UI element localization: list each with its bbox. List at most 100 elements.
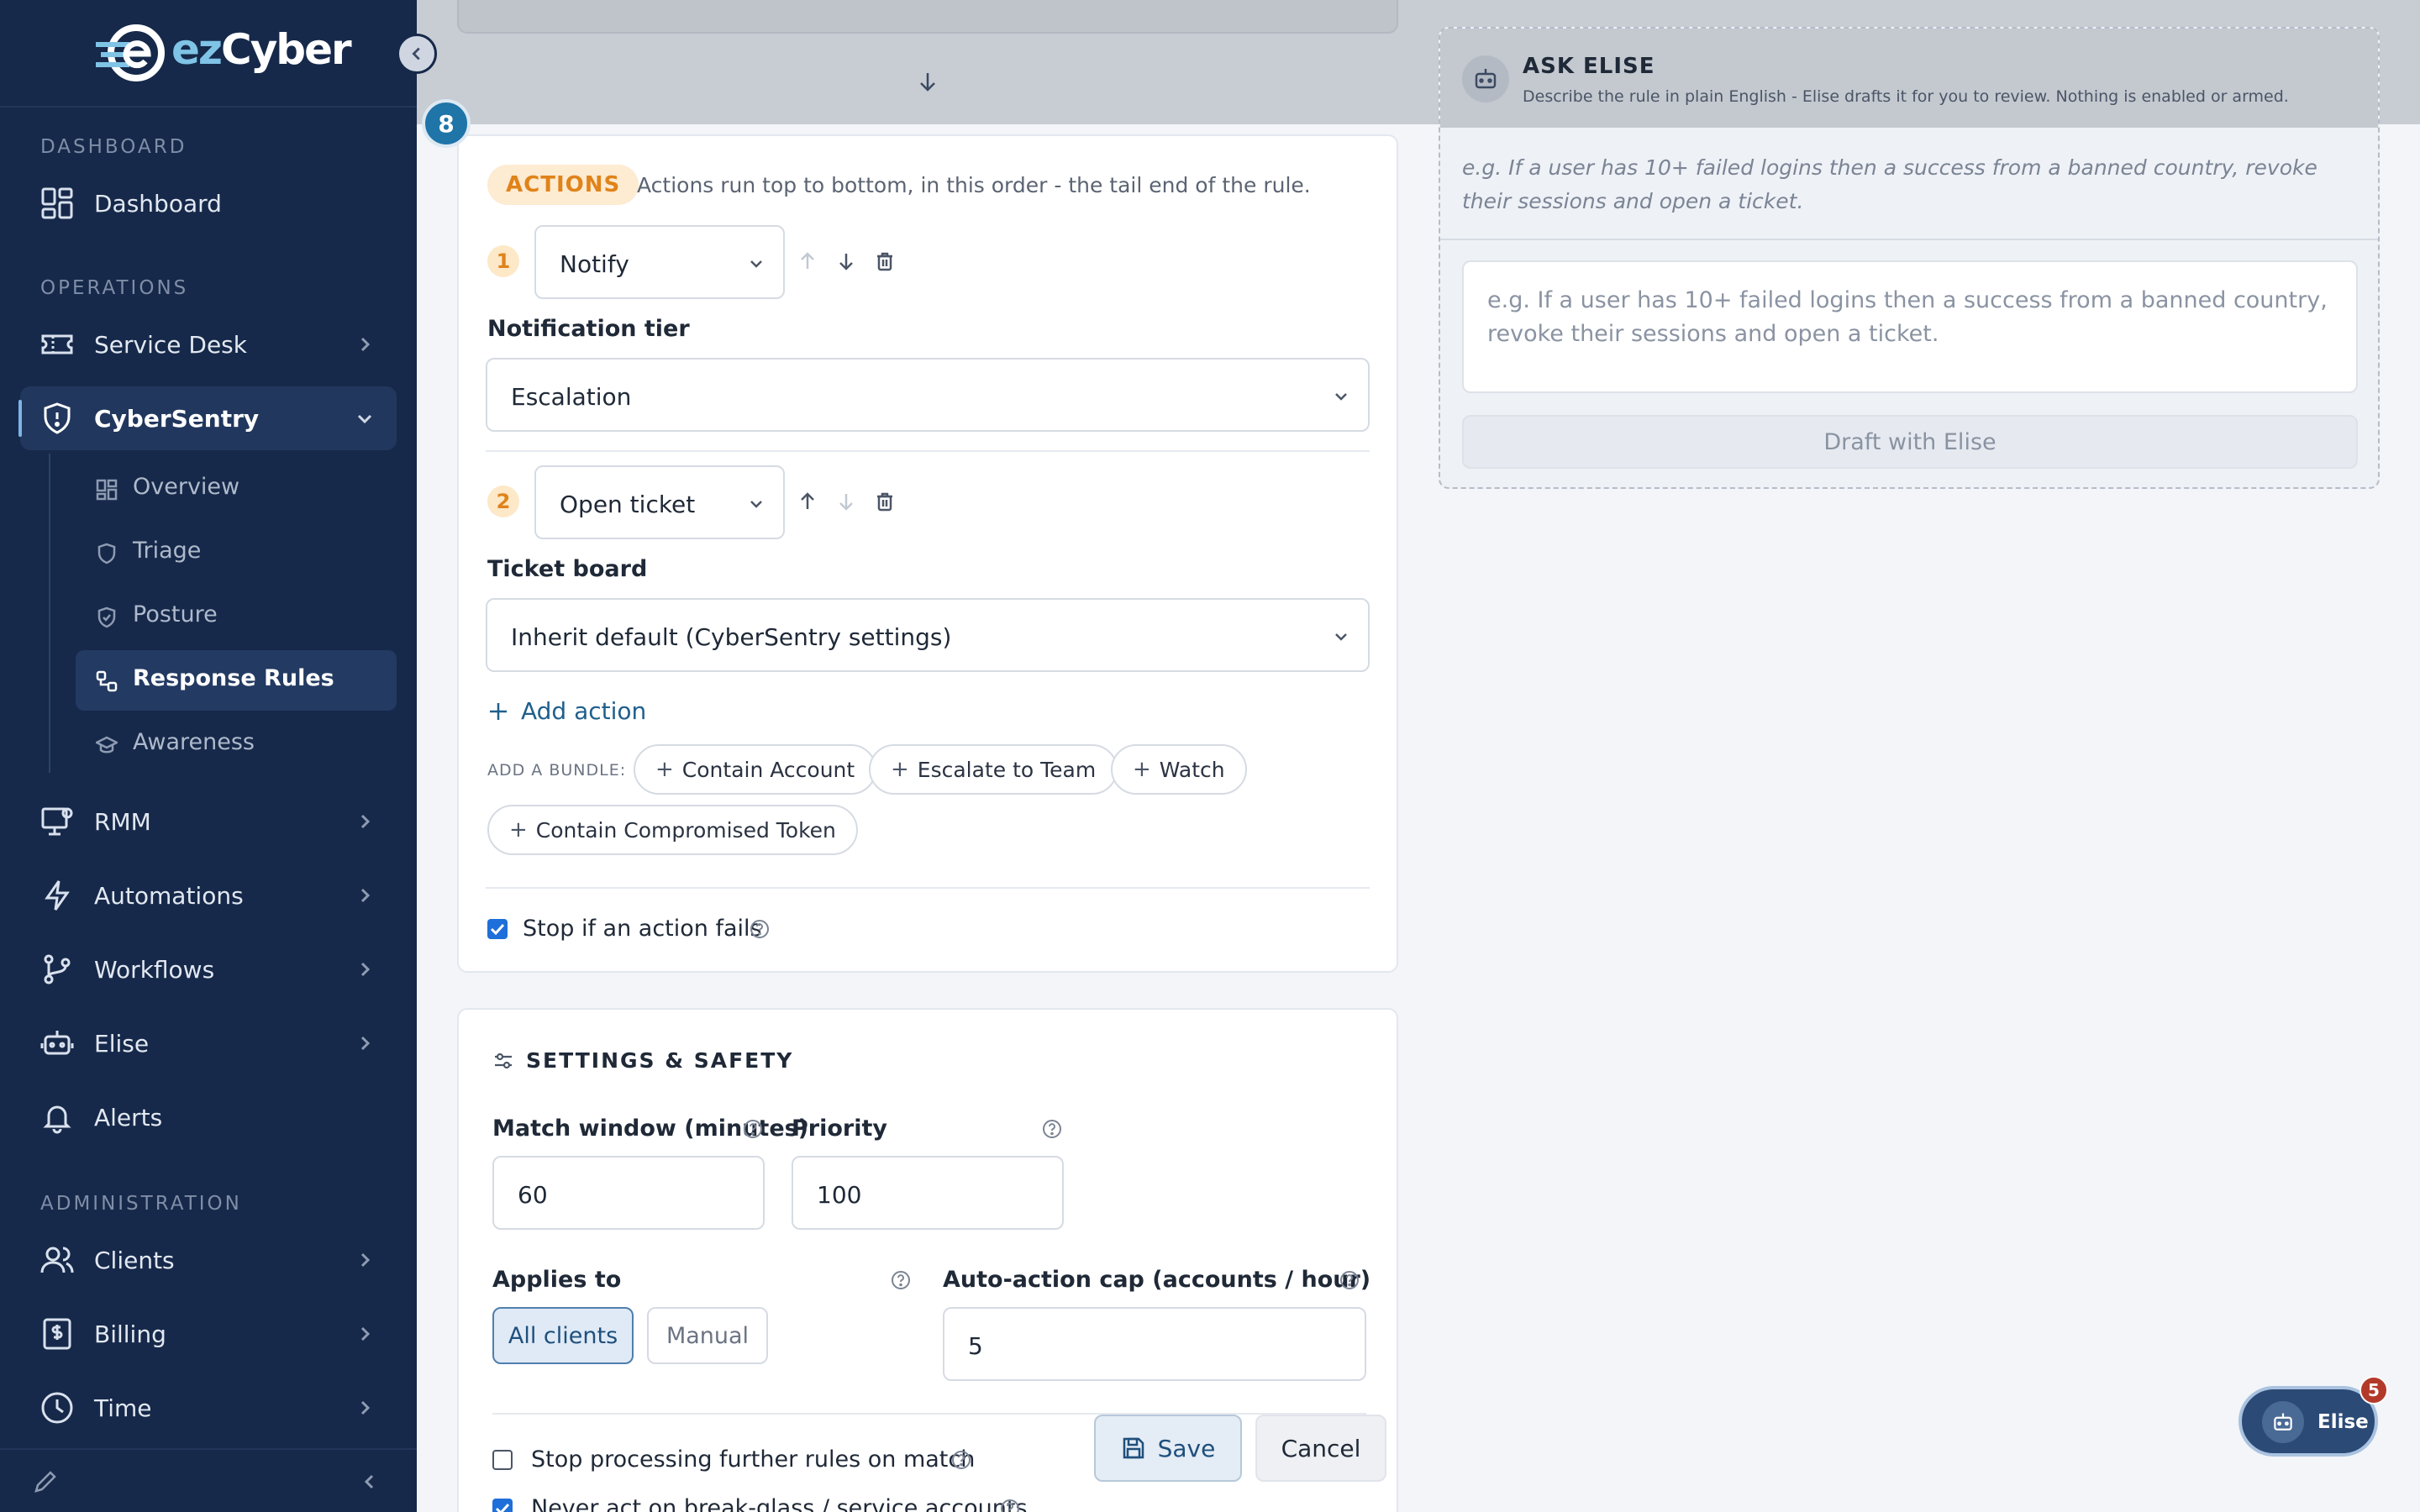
sidebar-item-elise[interactable]: Elise xyxy=(20,1011,397,1075)
plus-icon: + xyxy=(655,757,674,782)
stop-on-fail-checkbox[interactable] xyxy=(487,919,508,939)
bell-icon xyxy=(43,1105,71,1134)
move-down-icon[interactable] xyxy=(835,250,857,272)
help-icon[interactable] xyxy=(1000,1499,1020,1512)
chevron-right-icon xyxy=(360,1252,371,1268)
sidebar-subitem-label: Posture xyxy=(133,601,218,627)
move-down-icon[interactable] xyxy=(835,491,857,512)
sidebar-item-dashboard[interactable]: Dashboard xyxy=(20,171,397,235)
ask-elise-subtitle: Describe the rule in plain English - Eli… xyxy=(1523,87,2289,106)
action-index-2: 2 xyxy=(487,486,519,517)
chevron-down-icon xyxy=(1335,393,1347,401)
fab-avatar xyxy=(2262,1401,2304,1443)
shield-small-icon xyxy=(97,543,116,564)
help-icon[interactable] xyxy=(891,1270,911,1290)
collapse-sidebar-icon[interactable] xyxy=(360,1472,380,1492)
sidebar-subitem-overview[interactable]: Overview xyxy=(76,459,397,519)
draft-with-elise-button[interactable]: Draft with Elise xyxy=(1462,415,2358,469)
bundle-contain-token-button[interactable]: + Contain Compromised Token xyxy=(487,805,858,855)
sidebar-item-automations[interactable]: Automations xyxy=(20,864,397,927)
ask-elise-prompt-input[interactable]: e.g. If a user has 10+ failed logins the… xyxy=(1462,260,2358,393)
divider xyxy=(486,450,1370,452)
move-up-icon[interactable] xyxy=(797,491,818,512)
select-value: Notify xyxy=(560,250,629,278)
plus-icon: + xyxy=(509,817,528,843)
divider xyxy=(486,887,1370,889)
stop-on-fail-label: Stop if an action fails xyxy=(523,916,762,942)
bundle-watch-button[interactable]: + Watch xyxy=(1111,744,1247,795)
sidebar-item-alerts[interactable]: Alerts xyxy=(20,1085,397,1149)
sidebar-item-workflows[interactable]: Workflows xyxy=(20,937,397,1001)
bundle-escalate-team-button[interactable]: + Escalate to Team xyxy=(869,744,1118,795)
previous-step-card xyxy=(457,0,1398,34)
chevron-right-icon xyxy=(360,337,371,352)
sidebar-item-label: Clients xyxy=(94,1246,175,1274)
input-value: 100 xyxy=(817,1181,862,1209)
never-act-checkbox[interactable] xyxy=(492,1499,513,1512)
actions-card: ACTIONS Actions run top to bottom, in th… xyxy=(457,134,1398,973)
brand-logo[interactable]: ezCyber xyxy=(0,0,417,108)
plus-icon: + xyxy=(891,757,909,782)
move-up-icon[interactable] xyxy=(797,250,818,272)
help-icon[interactable] xyxy=(1042,1119,1062,1139)
notification-tier-select[interactable]: Escalation xyxy=(486,358,1370,432)
delete-icon[interactable] xyxy=(874,250,896,272)
sidebar-item-cybersentry[interactable]: CyberSentry xyxy=(18,386,397,450)
sidebar-item-rmm[interactable]: RMM xyxy=(20,790,397,853)
bundle-contain-account-button[interactable]: + Contain Account xyxy=(634,744,877,795)
delete-icon[interactable] xyxy=(874,491,896,512)
actions-description: Actions run top to bottom, in this order… xyxy=(637,173,1311,197)
action-type-select-1[interactable]: Notify xyxy=(534,225,785,299)
applies-to-label: Applies to xyxy=(492,1267,622,1293)
help-icon[interactable] xyxy=(743,1119,763,1139)
pencil-icon[interactable] xyxy=(32,1468,59,1495)
action-type-select-2[interactable]: Open ticket xyxy=(534,465,785,539)
brand-name: ezCyber xyxy=(171,25,352,74)
ask-elise-title: ASK ELISE xyxy=(1523,54,1655,79)
elise-chat-button[interactable]: Elise xyxy=(2238,1386,2378,1457)
applies-manual-toggle[interactable]: Manual xyxy=(647,1307,768,1364)
sidebar-item-time[interactable]: Time xyxy=(20,1376,397,1440)
sidebar-item-billing[interactable]: Billing xyxy=(20,1302,397,1366)
sidebar-item-service-desk[interactable]: Service Desk xyxy=(20,312,397,376)
floppy-disk-icon xyxy=(1123,1437,1144,1459)
save-button[interactable]: Save xyxy=(1094,1415,1242,1482)
sidebar-subitem-triage[interactable]: Triage xyxy=(76,522,397,583)
sidebar-item-clients[interactable]: Clients xyxy=(20,1228,397,1292)
chevron-right-icon xyxy=(360,1036,371,1051)
notification-count-badge: 5 xyxy=(2360,1376,2388,1404)
elise-avatar xyxy=(1462,55,1509,102)
sidebar-item-label: Dashboard xyxy=(94,189,222,218)
sidebar-item-label: Alerts xyxy=(94,1103,163,1131)
add-action-button[interactable]: Add action xyxy=(487,697,646,725)
sliders-icon xyxy=(495,1053,512,1069)
users-icon xyxy=(40,1247,74,1273)
chevron-right-icon xyxy=(360,962,371,977)
priority-input[interactable]: 100 xyxy=(792,1156,1064,1230)
shield-icon xyxy=(44,402,71,434)
sidebar-collapse-button[interactable] xyxy=(397,34,437,74)
section-label-administration: ADMINISTRATION xyxy=(40,1193,242,1215)
section-label-dashboard: DASHBOARD xyxy=(40,136,187,158)
ticket-board-select[interactable]: Inherit default (CyberSentry settings) xyxy=(486,598,1370,672)
sidebar-item-label: Workflows xyxy=(94,955,215,984)
chevron-down-icon xyxy=(750,260,762,268)
help-icon[interactable] xyxy=(951,1450,971,1470)
section-label-operations: OPERATIONS xyxy=(40,277,189,299)
match-window-input[interactable]: 60 xyxy=(492,1156,765,1230)
applies-all-clients-toggle[interactable]: All clients xyxy=(492,1307,634,1364)
branch-icon xyxy=(44,954,71,984)
help-icon[interactable] xyxy=(750,919,770,939)
sidebar-item-label: Time xyxy=(94,1394,152,1422)
stop-processing-checkbox[interactable] xyxy=(492,1450,513,1470)
sidebar-subitem-posture[interactable]: Posture xyxy=(76,586,397,647)
help-icon[interactable] xyxy=(1339,1270,1360,1290)
chevron-down-icon xyxy=(1335,633,1347,641)
select-value: Open ticket xyxy=(560,491,696,518)
sidebar-subitem-response-rules[interactable]: Response Rules xyxy=(76,650,397,711)
sidebar-subitem-awareness[interactable]: Awareness xyxy=(76,714,397,774)
sidebar-subitem-label: Triage xyxy=(133,538,202,564)
auto-action-cap-input[interactable]: 5 xyxy=(943,1307,1366,1381)
ticket-board-label: Ticket board xyxy=(487,556,648,582)
cancel-button[interactable]: Cancel xyxy=(1255,1415,1386,1482)
